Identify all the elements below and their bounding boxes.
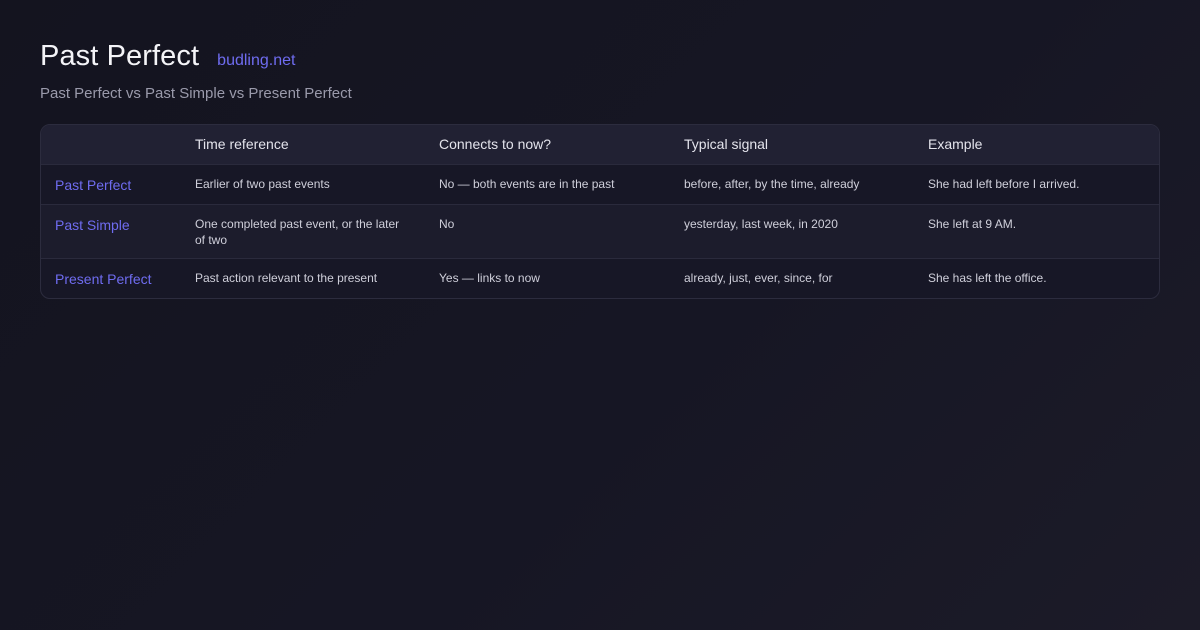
- column-header-time-reference: Time reference: [195, 136, 289, 153]
- connects-to-now-cell: No — both events are in the past: [439, 176, 615, 191]
- table-row: Past Perfect Earlier of two past events …: [41, 164, 1159, 204]
- table-row: Past Simple One completed past event, or…: [41, 204, 1159, 258]
- time-reference-cell: One completed past event, or the later o…: [195, 216, 400, 247]
- column-header-typical-signal: Typical signal: [684, 136, 769, 153]
- table-row: Present Perfect Past action relevant to …: [41, 258, 1159, 298]
- typical-signal-cell: yesterday, last week, in 2020: [684, 216, 838, 231]
- page-subtitle: Past Perfect vs Past Simple vs Present P…: [40, 85, 352, 102]
- comparison-table: Time reference Connects to now? Typical …: [41, 125, 1159, 298]
- example-cell: She had left before I arrived.: [928, 176, 1080, 191]
- column-header-tense: [41, 125, 181, 164]
- connects-to-now-cell: Yes — links to now: [439, 270, 540, 285]
- tense-cell: Past Simple: [55, 216, 130, 233]
- table-header-row: Time reference Connects to now? Typical …: [41, 125, 1159, 164]
- example-cell: She left at 9 AM.: [928, 216, 1017, 231]
- connects-to-now-cell: No: [439, 216, 455, 231]
- comparison-table-card: Time reference Connects to now? Typical …: [40, 124, 1160, 299]
- typical-signal-cell: before, after, by the time, already: [684, 176, 860, 191]
- time-reference-cell: Past action relevant to the present: [195, 270, 378, 285]
- typical-signal-cell: already, just, ever, since, for: [684, 270, 833, 285]
- title-row: Past Perfect budling.net: [40, 40, 1160, 80]
- time-reference-cell: Earlier of two past events: [195, 176, 330, 191]
- page-header: Past Perfect budling.net Past Perfect vs…: [40, 40, 1160, 102]
- example-cell: She has left the office.: [928, 270, 1047, 285]
- column-header-connects-to-now: Connects to now?: [439, 136, 552, 153]
- tense-cell: Present Perfect: [55, 270, 152, 287]
- column-header-example: Example: [928, 136, 983, 153]
- page-title: Past Perfect: [40, 40, 200, 72]
- tense-cell: Past Perfect: [55, 176, 132, 193]
- site-link[interactable]: budling.net: [217, 52, 295, 70]
